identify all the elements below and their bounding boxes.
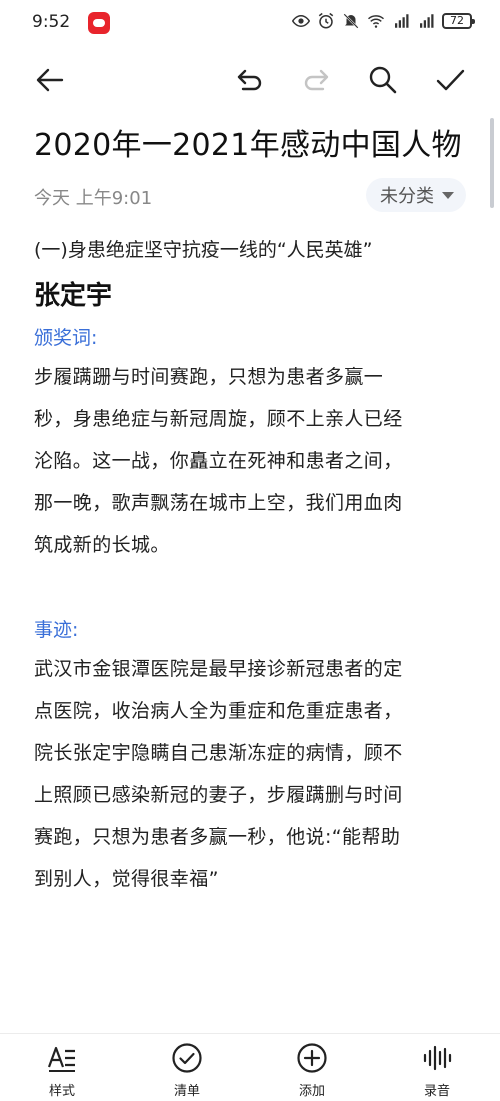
redo-button[interactable] bbox=[296, 60, 336, 100]
redo-icon bbox=[304, 69, 329, 91]
app-notification-icon bbox=[88, 12, 110, 34]
deeds-line: 到别人，觉得很幸福” bbox=[34, 868, 219, 890]
style-button[interactable]: 样式 bbox=[22, 1042, 102, 1099]
text-style-icon bbox=[46, 1042, 78, 1074]
deeds-text: 武汉市金银潭医院是最早接诊新冠患者的定 点医院，收治病人全为重症和危重症患者， … bbox=[34, 648, 474, 900]
undo-icon bbox=[237, 69, 262, 91]
award-line: 步履蹒跚与时间赛跑，只想为患者多赢一 bbox=[34, 366, 384, 388]
note-content[interactable]: 2020年一2021年感动中国人物 今天 上午9:01 未分类 (一)身患绝症坚… bbox=[34, 120, 474, 900]
arrow-left-icon bbox=[36, 68, 64, 92]
deeds-line: 院长张定宇隐瞒自己患渐冻症的病情，顾不 bbox=[34, 742, 403, 764]
back-button[interactable] bbox=[30, 60, 70, 100]
battery-icon: 72 bbox=[442, 13, 475, 29]
checklist-button[interactable]: 清单 bbox=[147, 1042, 227, 1099]
alarm-icon bbox=[318, 12, 334, 29]
deeds-label: 事迹: bbox=[34, 619, 79, 641]
note-toolbar bbox=[0, 48, 500, 110]
done-button[interactable] bbox=[430, 60, 470, 100]
person-name: 张定宇 bbox=[34, 281, 113, 311]
deeds-line: 点医院，收治病人全为重症和危重症患者， bbox=[34, 700, 403, 722]
status-bar: 9:52 72 bbox=[0, 0, 500, 48]
note-date: 今天 上午9:01 bbox=[34, 188, 153, 209]
wifi-icon bbox=[368, 15, 384, 28]
bottom-toolbar: 样式 清单 添加 录音 bbox=[0, 1033, 500, 1101]
subheading: (一)身患绝症坚守抗疫一线的“人民英雄” bbox=[34, 239, 373, 261]
deeds-line: 武汉市金银潭医院是最早接诊新冠患者的定 bbox=[34, 658, 403, 680]
award-line: 秒，身患绝症与新冠周旋，顾不上亲人已经 bbox=[34, 408, 403, 430]
add-button[interactable]: 添加 bbox=[272, 1042, 352, 1099]
audio-wave-icon bbox=[421, 1042, 453, 1074]
signal-5g-icon bbox=[395, 14, 409, 28]
signal-4g-icon bbox=[420, 14, 434, 28]
undo-button[interactable] bbox=[230, 60, 270, 100]
record-label: 录音 bbox=[423, 1084, 450, 1099]
note-meta: 今天 上午9:01 未分类 bbox=[34, 176, 474, 216]
status-time: 9:52 bbox=[32, 12, 71, 32]
eye-icon bbox=[292, 14, 310, 28]
chevron-down-icon bbox=[442, 191, 454, 199]
award-line: 那一晚，歌声飘荡在城市上空，我们用血肉 bbox=[34, 492, 403, 514]
award-line: 沦陷。这一战，你矗立在死神和患者之间， bbox=[34, 450, 403, 472]
status-icons: 72 bbox=[292, 12, 475, 30]
mute-icon bbox=[343, 13, 359, 29]
deeds-line: 赛跑，只想为患者多赢一秒，他说:“能帮助 bbox=[34, 826, 401, 848]
search-icon bbox=[369, 66, 397, 94]
search-button[interactable] bbox=[363, 60, 403, 100]
checklist-label: 清单 bbox=[173, 1084, 200, 1099]
award-label: 颁奖词: bbox=[34, 327, 98, 349]
deeds-line: 上照顾已感染新冠的妻子，步履蹒删与时间 bbox=[34, 784, 403, 806]
scrollbar[interactable] bbox=[490, 118, 494, 208]
add-icon bbox=[296, 1042, 328, 1074]
award-line: 筑成新的长城。 bbox=[34, 534, 170, 556]
checklist-icon bbox=[171, 1042, 203, 1074]
record-button[interactable]: 录音 bbox=[397, 1042, 477, 1099]
category-dropdown[interactable]: 未分类 bbox=[366, 178, 466, 212]
note-title[interactable]: 2020年一2021年感动中国人物 bbox=[34, 120, 474, 172]
award-text: 步履蹒跚与时间赛跑，只想为患者多赢一 秒，身患绝症与新冠周旋，顾不上亲人已经 沦… bbox=[34, 356, 474, 566]
style-label: 样式 bbox=[48, 1084, 75, 1099]
checkmark-icon bbox=[436, 69, 465, 91]
category-label: 未分类 bbox=[380, 186, 434, 207]
add-label: 添加 bbox=[298, 1084, 325, 1099]
